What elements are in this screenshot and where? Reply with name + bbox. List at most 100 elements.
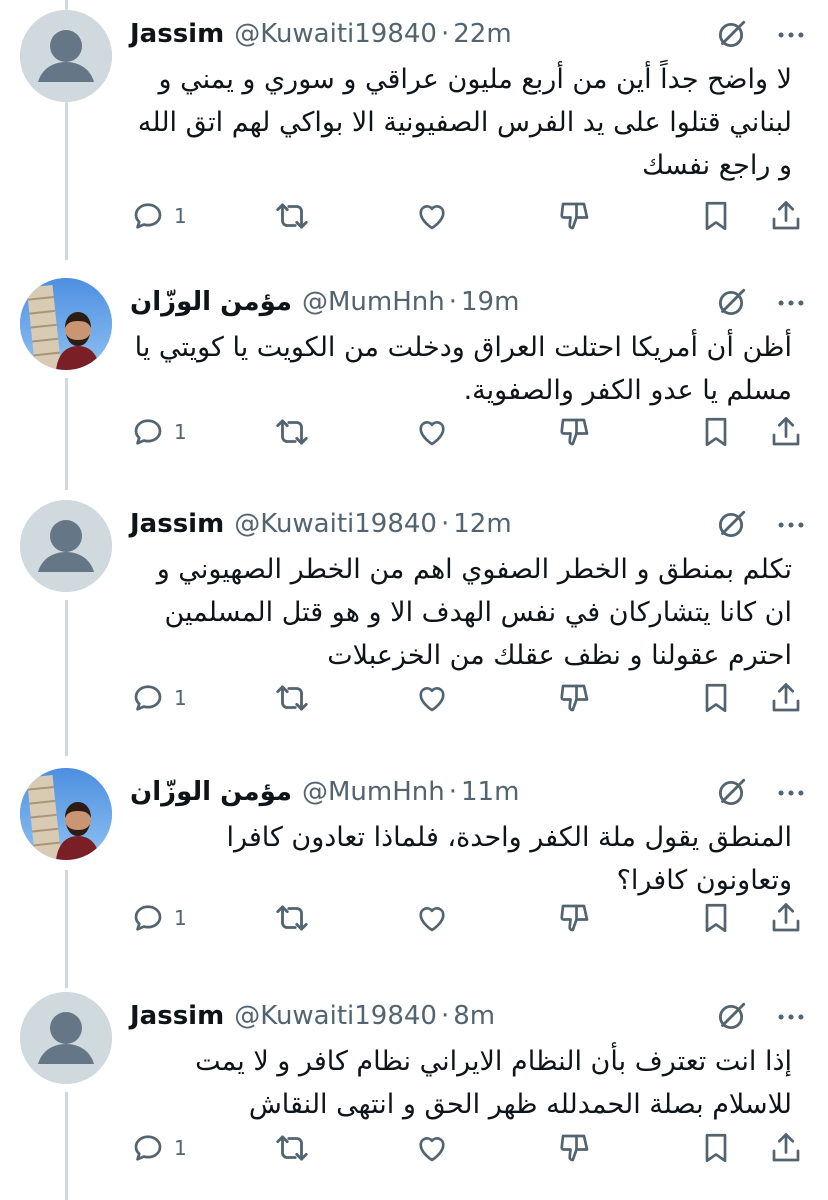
retweet-icon	[273, 899, 311, 937]
downvote-icon	[557, 1130, 593, 1166]
default-avatar[interactable]	[20, 992, 112, 1084]
separator-dot: ·	[448, 777, 458, 807]
default-avatar[interactable]	[20, 10, 112, 102]
user-handle[interactable]: @Kuwaiti19840	[234, 19, 437, 49]
retweet-button[interactable]	[273, 1128, 311, 1168]
reply-icon	[130, 1130, 166, 1166]
bookmark-button[interactable]	[698, 898, 734, 938]
separator-dot: ·	[440, 19, 450, 49]
action-bar: 1	[130, 412, 810, 452]
more-icon[interactable]	[774, 508, 808, 542]
retweet-icon	[273, 413, 311, 451]
downvote-icon	[557, 900, 593, 936]
tweet[interactable]: Jassim @Kuwaiti19840 · 12m تكلم بمنطق و …	[0, 500, 828, 722]
reply-button[interactable]: 1	[130, 678, 187, 718]
more-icon[interactable]	[774, 18, 808, 52]
more-icon[interactable]	[774, 1000, 808, 1034]
retweet-button[interactable]	[273, 678, 311, 718]
display-name[interactable]: Jassim	[130, 19, 224, 49]
reply-button[interactable]: 1	[130, 898, 187, 938]
bookmark-button[interactable]	[698, 196, 734, 236]
reply-count: 1	[174, 1136, 187, 1160]
share-button[interactable]	[768, 898, 804, 938]
display-name[interactable]: Jassim	[130, 1001, 224, 1031]
retweet-button[interactable]	[273, 898, 311, 938]
reply-button[interactable]: 1	[130, 196, 187, 236]
tweet[interactable]: مؤمن الوزّان @MumHnh · 11m المنطق يقول م…	[0, 768, 828, 942]
downvote-button[interactable]	[557, 196, 593, 236]
bookmark-button[interactable]	[698, 678, 734, 718]
share-icon	[768, 198, 804, 234]
like-button[interactable]	[414, 678, 450, 718]
share-button[interactable]	[768, 1128, 804, 1168]
share-icon	[768, 414, 804, 450]
like-icon	[414, 1130, 450, 1166]
photo-avatar[interactable]	[20, 768, 112, 860]
retweet-icon	[273, 197, 311, 235]
display-name[interactable]: مؤمن الوزّان	[130, 287, 292, 317]
user-handle[interactable]: @MumHnh	[302, 287, 445, 317]
bookmark-button[interactable]	[698, 412, 734, 452]
grok-icon[interactable]	[714, 776, 748, 810]
tweet[interactable]: مؤمن الوزّان @MumHnh · 19m أظن أن أمريكا…	[0, 278, 828, 456]
share-button[interactable]	[768, 678, 804, 718]
like-button[interactable]	[414, 412, 450, 452]
timestamp[interactable]: 8m	[453, 1001, 495, 1031]
bookmark-icon	[698, 1130, 734, 1166]
grok-icon[interactable]	[714, 286, 748, 320]
downvote-button[interactable]	[557, 1128, 593, 1168]
bookmark-icon	[698, 198, 734, 234]
downvote-button[interactable]	[557, 898, 593, 938]
reply-icon	[130, 414, 166, 450]
action-bar: 1	[130, 678, 810, 718]
display-name[interactable]: Jassim	[130, 509, 224, 539]
retweet-button[interactable]	[273, 412, 311, 452]
bookmark-button[interactable]	[698, 1128, 734, 1168]
tweet-header: Jassim @Kuwaiti19840 · 12m	[130, 504, 808, 544]
timestamp[interactable]: 11m	[461, 777, 519, 807]
like-icon	[414, 414, 450, 450]
downvote-button[interactable]	[557, 678, 593, 718]
grok-icon[interactable]	[714, 1000, 748, 1034]
action-bar: 1	[130, 196, 810, 236]
user-handle[interactable]: @Kuwaiti19840	[234, 1001, 437, 1031]
like-button[interactable]	[414, 1128, 450, 1168]
tweet-text: تكلم بمنطق و الخطر الصفوي اهم من الخطر ا…	[156, 554, 792, 671]
tweet-text: المنطق يقول ملة الكفر واحدة، فلماذا تعاد…	[226, 822, 792, 896]
user-handle[interactable]: @MumHnh	[302, 777, 445, 807]
downvote-button[interactable]	[557, 412, 593, 452]
downvote-icon	[557, 414, 593, 450]
timestamp[interactable]: 12m	[453, 509, 511, 539]
share-button[interactable]	[768, 412, 804, 452]
timestamp[interactable]: 19m	[461, 287, 519, 317]
share-icon	[768, 1130, 804, 1166]
share-button[interactable]	[768, 196, 804, 236]
tweet-header: مؤمن الوزّان @MumHnh · 11m	[130, 772, 808, 812]
timestamp[interactable]: 22m	[453, 19, 511, 49]
user-handle[interactable]: @Kuwaiti19840	[234, 509, 437, 539]
reply-button[interactable]: 1	[130, 412, 187, 452]
tweet-header: Jassim @Kuwaiti19840 · 8m	[130, 996, 808, 1036]
share-icon	[768, 680, 804, 716]
separator-dot: ·	[440, 1001, 450, 1031]
retweet-button[interactable]	[273, 196, 311, 236]
reply-count: 1	[174, 686, 187, 710]
reply-count: 1	[174, 204, 187, 228]
tweet[interactable]: Jassim @Kuwaiti19840 · 8m إذا انت تعترف …	[0, 992, 828, 1172]
photo-avatar[interactable]	[20, 278, 112, 370]
tweet[interactable]: Jassim @Kuwaiti19840 · 22m لا واضح جداً …	[0, 10, 828, 240]
grok-icon[interactable]	[714, 508, 748, 542]
tweet-header: مؤمن الوزّان @MumHnh · 19m	[130, 282, 808, 322]
bookmark-icon	[698, 680, 734, 716]
display-name[interactable]: مؤمن الوزّان	[130, 777, 292, 807]
like-button[interactable]	[414, 196, 450, 236]
more-icon[interactable]	[774, 776, 808, 810]
reply-icon	[130, 900, 166, 936]
grok-icon[interactable]	[714, 18, 748, 52]
default-avatar[interactable]	[20, 500, 112, 592]
retweet-icon	[273, 1129, 311, 1167]
reply-button[interactable]: 1	[130, 1128, 187, 1168]
like-icon	[414, 900, 450, 936]
more-icon[interactable]	[774, 286, 808, 320]
like-button[interactable]	[414, 898, 450, 938]
